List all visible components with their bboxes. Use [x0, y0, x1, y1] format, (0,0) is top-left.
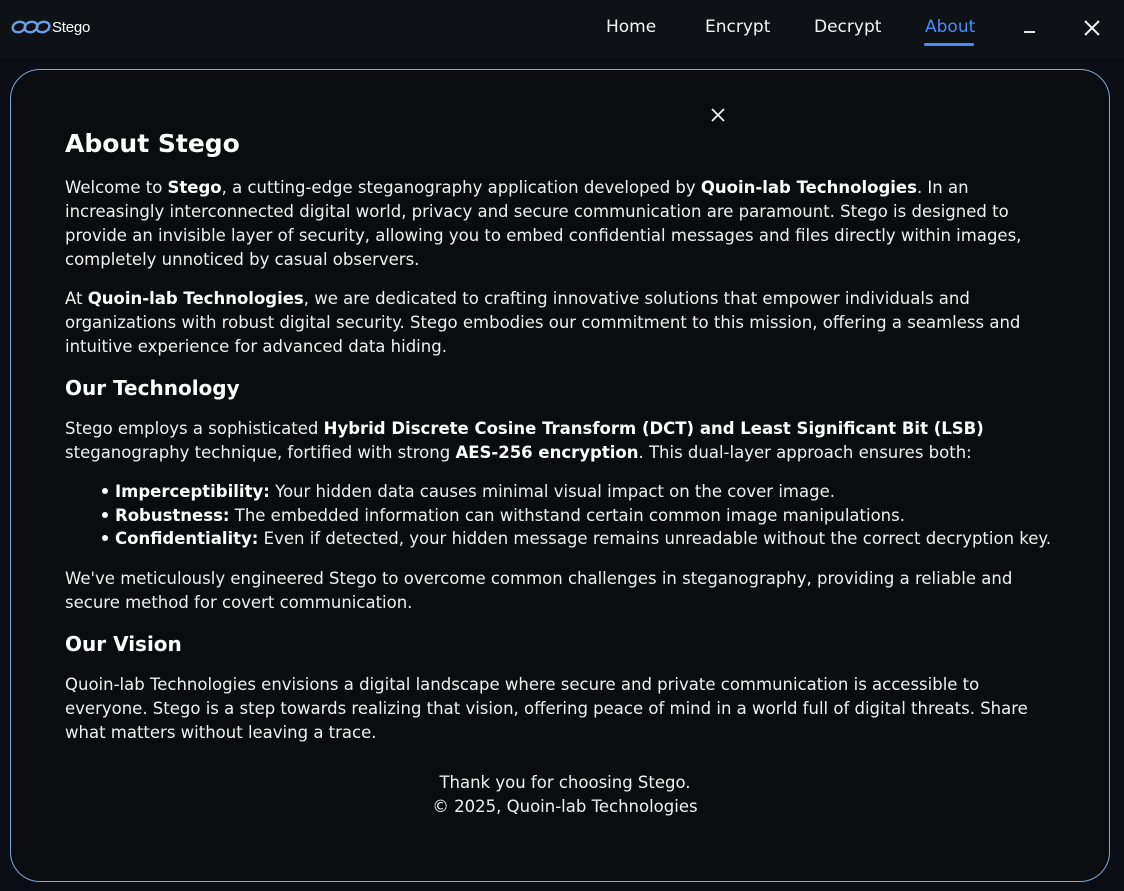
nav-decrypt[interactable]: Decrypt	[814, 17, 881, 37]
technology-heading: Our Technology	[65, 376, 240, 400]
close-icon[interactable]	[1083, 19, 1101, 37]
title-bar: Stego Home Encrypt Decrypt About	[0, 0, 1124, 58]
mission-paragraph: At Quoin-lab Technologies, we are dedica…	[65, 289, 1021, 356]
infinity-chain-logo-icon	[11, 20, 51, 34]
intro-paragraph: Welcome to Stego, a cutting-edge stegano…	[65, 178, 1022, 269]
copyright-text: © 2025, Quoin-lab Technologies	[432, 796, 698, 816]
footer: Thank you for choosing Stego. © 2025, Qu…	[65, 771, 1065, 819]
nav-encrypt[interactable]: Encrypt	[705, 17, 770, 37]
app-logo: Stego	[11, 18, 90, 36]
list-item: Robustness: The embedded information can…	[101, 504, 1065, 528]
close-icon[interactable]	[710, 107, 726, 123]
feature-list: Imperceptibility: Your hidden data cause…	[101, 480, 1065, 551]
app-name: Stego	[52, 18, 91, 36]
about-panel: About Stego Welcome to Stego, a cutting-…	[10, 69, 1110, 882]
nav-about[interactable]: About	[925, 17, 975, 37]
minimize-icon[interactable]	[1024, 31, 1035, 33]
thanks-text: Thank you for choosing Stego.	[439, 772, 691, 792]
list-item: Imperceptibility: Your hidden data cause…	[101, 480, 1065, 504]
nav-active-indicator	[924, 43, 974, 46]
list-item: Confidentiality: Even if detected, your …	[101, 527, 1065, 551]
nav-home[interactable]: Home	[606, 17, 656, 37]
technology-paragraph: Stego employs a sophisticated Hybrid Dis…	[65, 419, 984, 462]
vision-paragraph: Quoin-lab Technologies envisions a digit…	[65, 674, 1028, 742]
vision-heading: Our Vision	[65, 631, 182, 656]
page-title: About Stego	[65, 129, 240, 158]
engineering-paragraph: We've meticulously engineered Stego to o…	[65, 568, 1013, 612]
about-content: About Stego Welcome to Stego, a cutting-…	[65, 127, 1065, 819]
